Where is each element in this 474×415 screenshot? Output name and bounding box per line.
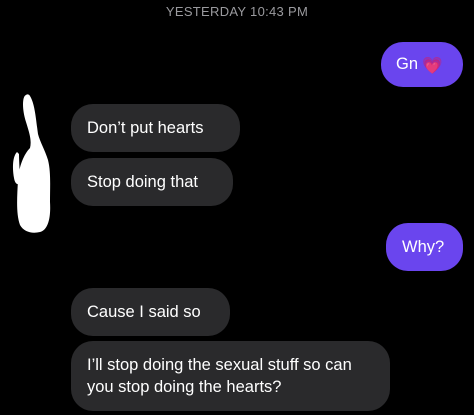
sent-message-bubble[interactable]: Gn 💗 <box>381 42 463 87</box>
message-text: Why? <box>402 238 445 256</box>
message-text: Stop doing that <box>87 173 199 191</box>
message-text: Cause I said so <box>87 303 201 321</box>
message-timestamp: YESTERDAY 10:43 PM <box>165 4 309 19</box>
sent-message-bubble[interactable]: Why? <box>386 223 463 271</box>
received-message-bubble[interactable]: I’ll stop doing the sexual stuff so can … <box>71 341 390 411</box>
message-text: Gn <box>396 55 419 73</box>
received-message-bubble[interactable]: Stop doing that <box>71 158 233 206</box>
pink-heart-emoji-icon: 💗 <box>422 57 443 75</box>
redaction-scribble <box>13 94 51 233</box>
message-text: Don’t put hearts <box>87 119 204 137</box>
received-message-bubble[interactable]: Don’t put hearts <box>71 104 240 152</box>
received-message-bubble[interactable]: Cause I said so <box>71 288 230 336</box>
message-text: I’ll stop doing the sexual stuff so can … <box>87 356 352 396</box>
